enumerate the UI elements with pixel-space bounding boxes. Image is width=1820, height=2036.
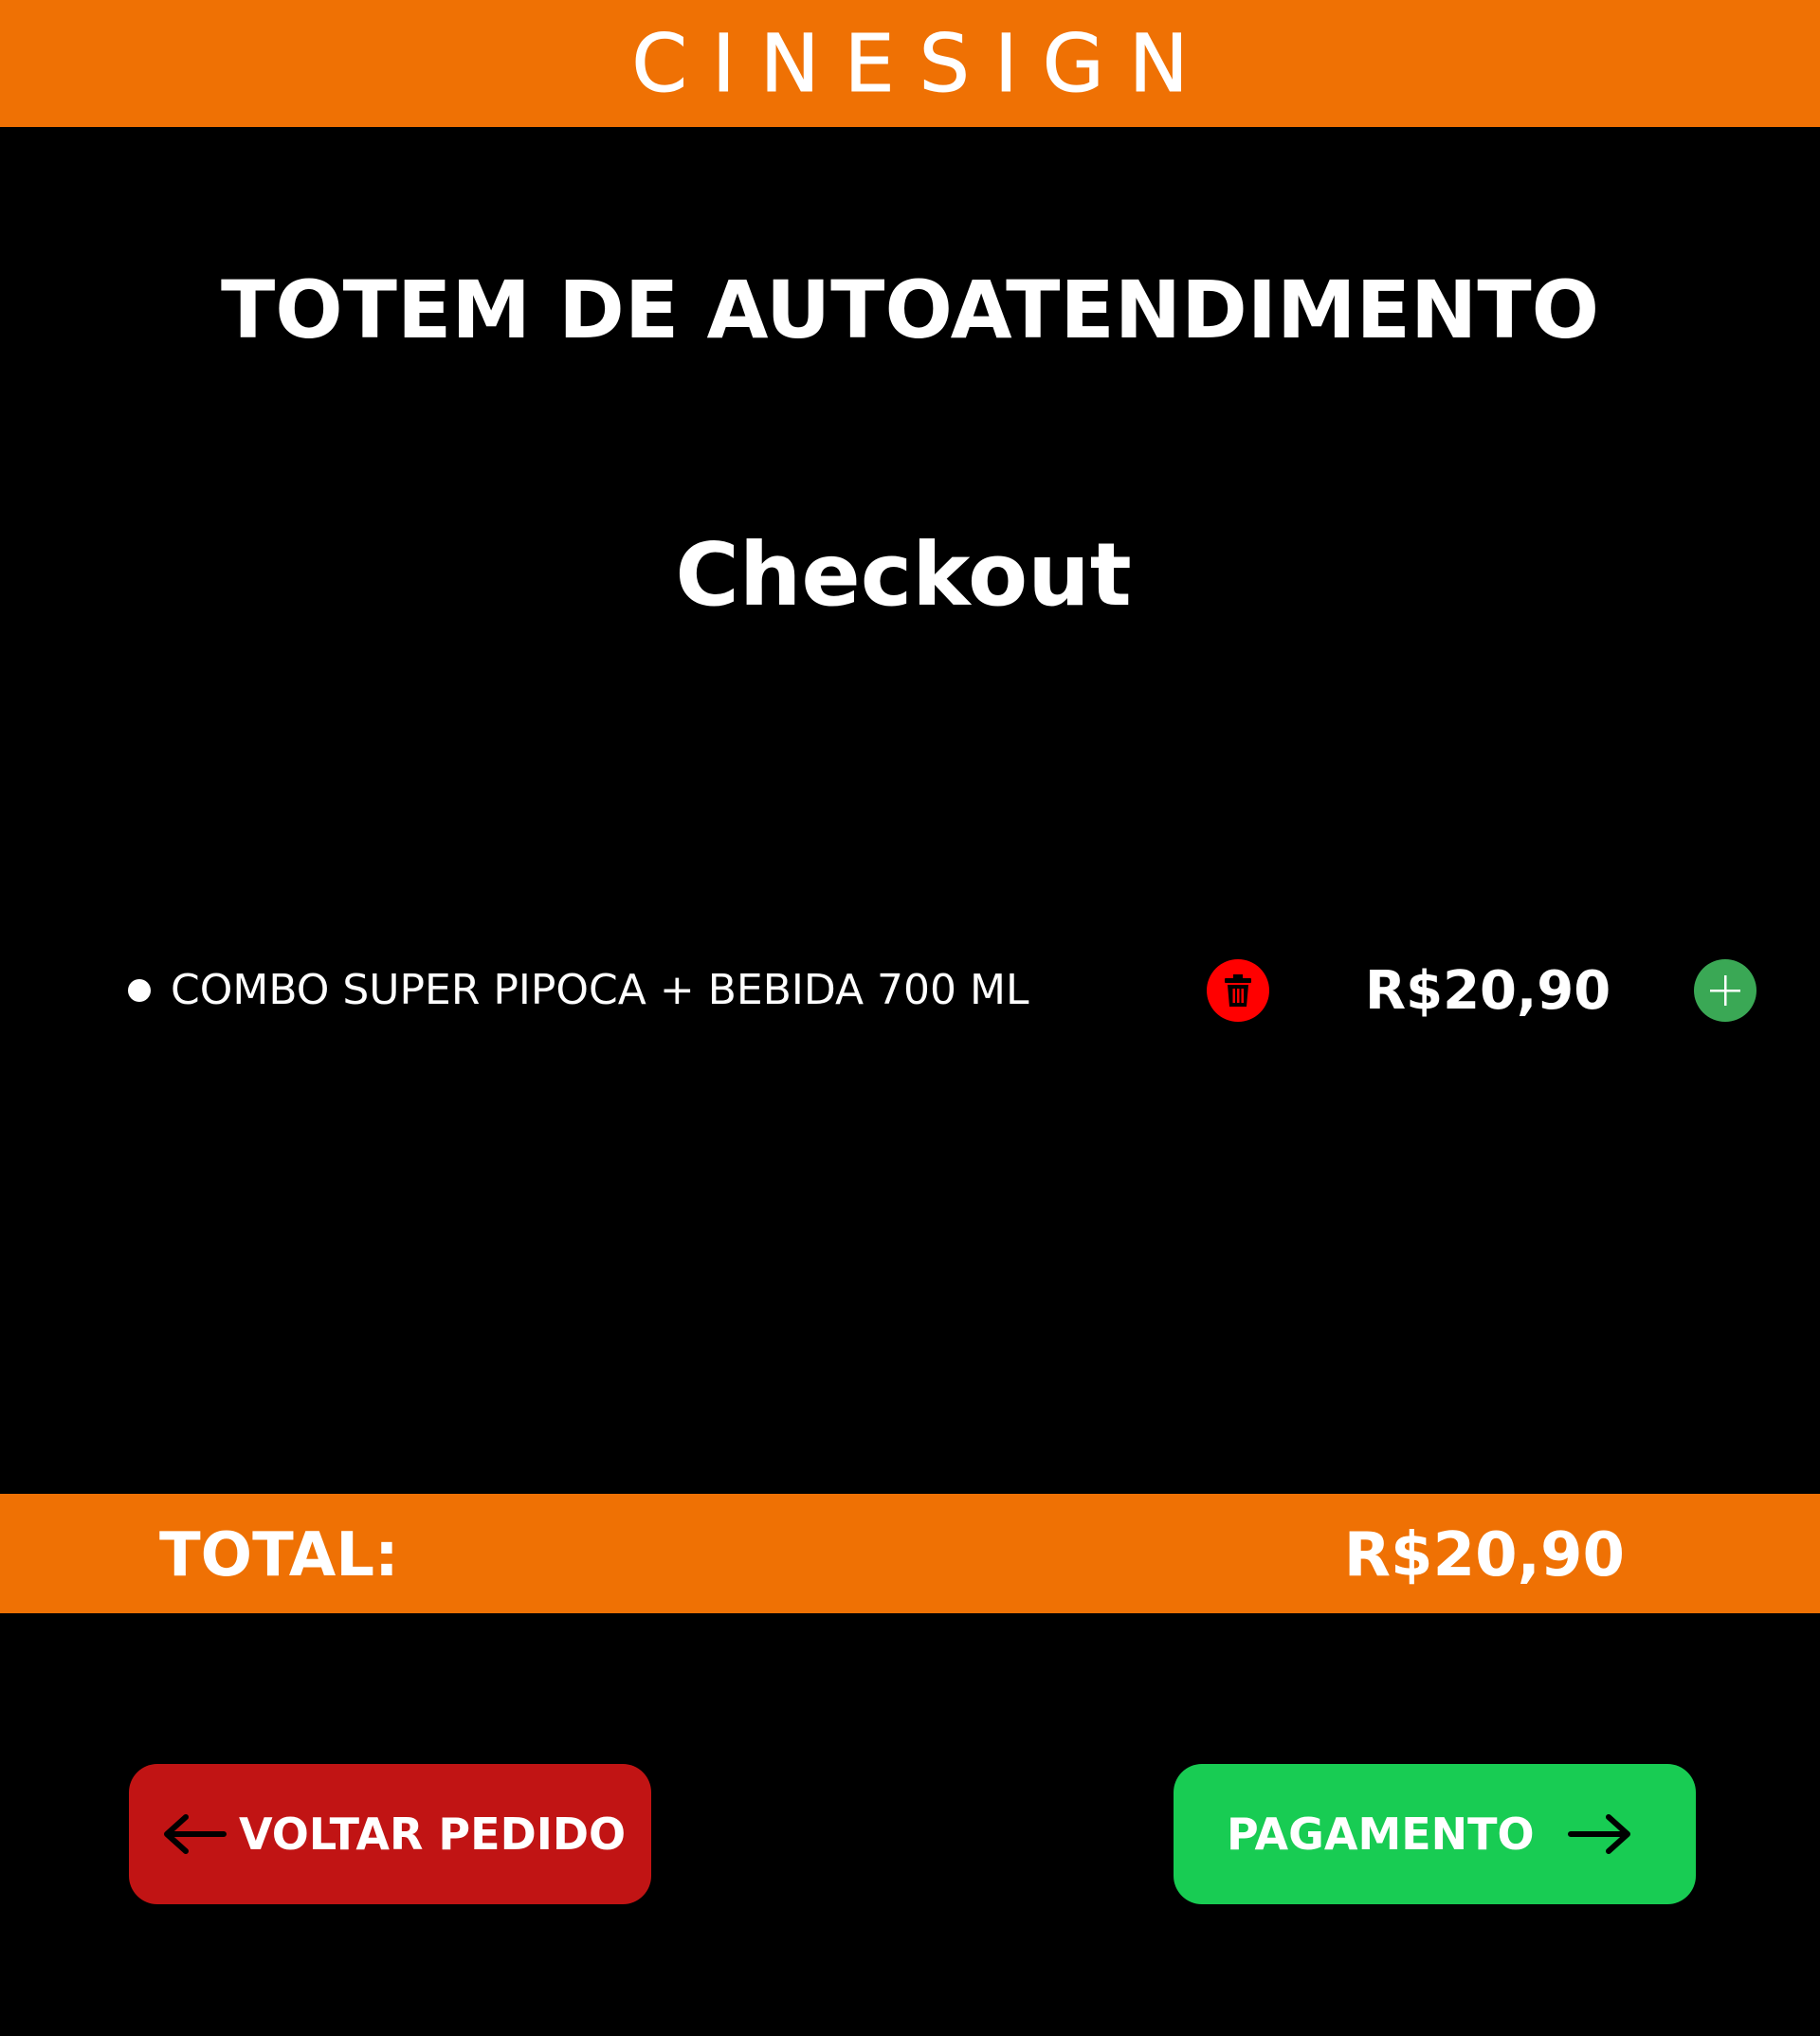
add-item-button[interactable]	[1694, 959, 1756, 1022]
total-value: R$20,90	[1343, 1520, 1625, 1591]
total-label: TOTAL:	[159, 1520, 399, 1591]
bullet-icon	[128, 979, 151, 1002]
arrow-right-icon	[1567, 1813, 1633, 1855]
total-bar: TOTAL: R$20,90	[0, 1494, 1820, 1613]
trash-icon	[1225, 974, 1251, 1007]
cart-item-price: R$20,90	[1365, 960, 1611, 1022]
back-button-label: VOLTAR PEDIDO	[239, 1809, 627, 1860]
payment-button[interactable]: PAGAMENTO	[1174, 1764, 1696, 1904]
arrow-left-icon	[161, 1813, 228, 1855]
cart-item-name: COMBO SUPER PIPOCA + BEBIDA 700 ML	[171, 966, 1029, 1014]
page-subtitle: Checkout	[675, 524, 1132, 626]
plus-icon	[1710, 975, 1740, 1006]
header-bar: CINESIGN	[0, 0, 1820, 127]
brand-logo: CINESIGN	[631, 17, 1213, 110]
cart-item: COMBO SUPER PIPOCA + BEBIDA 700 ML R$20,…	[0, 948, 1820, 1033]
page-title: TOTEM DE AUTOATENDIMENTO	[220, 264, 1600, 356]
payment-button-label: PAGAMENTO	[1227, 1809, 1535, 1860]
back-to-order-button[interactable]: VOLTAR PEDIDO	[129, 1764, 651, 1904]
remove-item-button[interactable]	[1207, 959, 1269, 1022]
